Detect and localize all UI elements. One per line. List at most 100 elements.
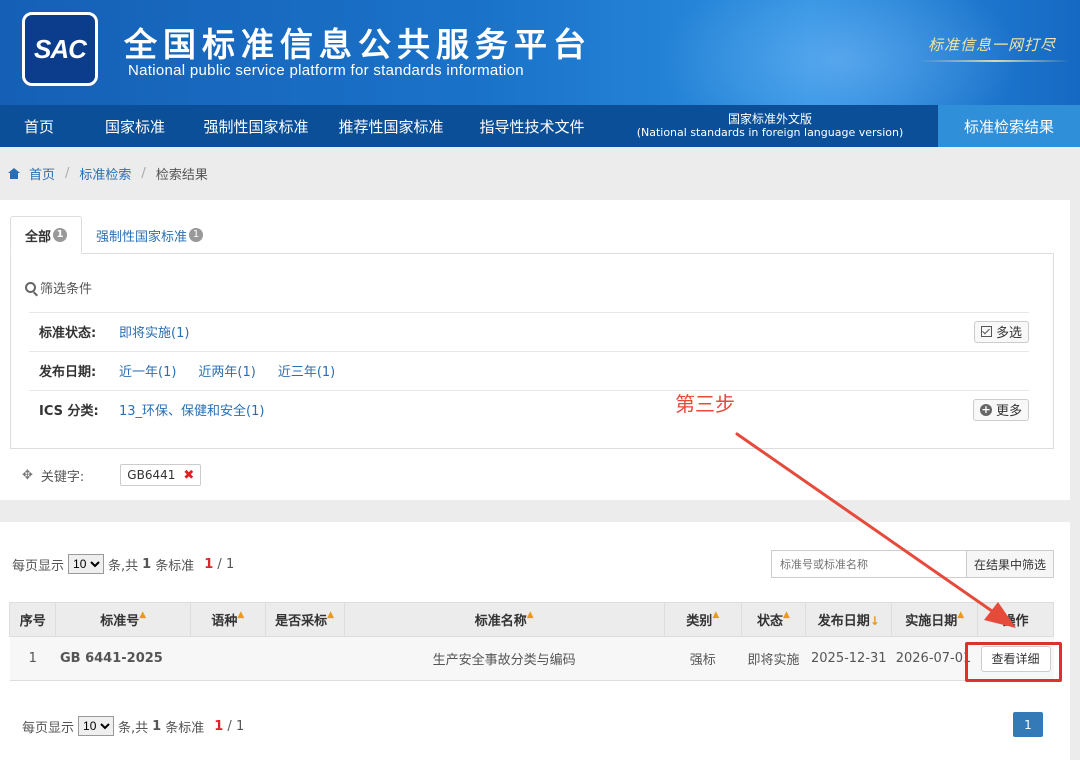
breadcrumb-search[interactable]: 标准检索	[79, 164, 131, 183]
multi-select-button[interactable]: 多选	[973, 320, 1029, 343]
table-header-row: 序号 标准号▲ 语种▲ 是否采标▲ 标准名称▲ 类别▲ 状态▲ 发布日期↓ 实施…	[8, 602, 1054, 637]
total-count: 1	[142, 556, 152, 572]
results-panel: 每页显示 10 条,共 1 条标准 1 / 1 在结果中筛选 序号 标准号▲ 语…	[0, 522, 1070, 760]
tab-mandatory-label: 强制性国家标准	[96, 229, 188, 245]
breadcrumb-home[interactable]: 首页	[29, 164, 55, 183]
keyword-tag: GB6441 ✖	[120, 464, 202, 486]
plus-circle-icon: +	[979, 402, 992, 416]
page-separator: /	[217, 556, 222, 572]
col-publish-date[interactable]: 发布日期↓	[805, 602, 893, 637]
page-button[interactable]: 1	[1013, 712, 1043, 737]
per-page-select[interactable]: 10	[78, 716, 115, 736]
summary-suffix: 条标准	[155, 558, 195, 574]
col-category-label: 类别	[686, 614, 713, 629]
home-icon	[8, 168, 20, 179]
row-std-name: 生产安全事故分类与编码	[344, 636, 665, 681]
filter-row-status: 标准状态: 即将实施(1) 多选	[29, 312, 1029, 350]
breadcrumb-current: 检索结果	[155, 168, 208, 183]
row-status: 即将实施	[741, 636, 806, 681]
col-publish-date-label: 发布日期	[817, 614, 870, 629]
col-status-label: 状态	[757, 614, 784, 629]
nav-search-results[interactable]: 标准检索结果	[938, 105, 1080, 147]
nav-foreign-label: 国家标准外文版	[727, 112, 812, 126]
main-nav: 首页 国家标准 强制性国家标准 推荐性国家标准 指导性技术文件 国家标准外文版 …	[0, 105, 1080, 147]
table-row: 1 GB 6441-2025 生产安全事故分类与编码 强标 即将实施 2025-…	[9, 636, 1054, 681]
sort-up-icon: ▲	[957, 610, 965, 620]
filter-option[interactable]: 即将实施(1)	[119, 322, 189, 341]
sort-up-icon: ▲	[139, 610, 147, 620]
logo-text: SAC	[34, 33, 87, 64]
nav-foreign-language-standards[interactable]: 国家标准外文版 (National standards in foreign l…	[602, 105, 938, 147]
remove-keyword-icon[interactable]: ✖	[183, 468, 194, 483]
per-page-label: 每页显示	[12, 558, 65, 574]
col-adopted[interactable]: 是否采标▲	[264, 602, 345, 637]
site-title: 全国标准信息公共服务平台	[124, 25, 592, 64]
page-info: 1 / 1	[204, 557, 234, 572]
nav-home[interactable]: 首页	[0, 105, 78, 147]
row-publish-date: 2025-12-31	[805, 636, 892, 681]
nav-guidance-documents[interactable]: 指导性技术文件	[462, 105, 602, 147]
col-language-label: 语种	[211, 614, 238, 629]
keyword-value: GB6441	[127, 468, 176, 482]
search-within-results-input[interactable]	[771, 550, 967, 578]
slogan-underline	[920, 60, 1070, 62]
results-table: 序号 标准号▲ 语种▲ 是否采标▲ 标准名称▲ 类别▲ 状态▲ 发布日期↓ 实施…	[8, 602, 1054, 681]
more-label: 更多	[995, 404, 1022, 419]
sort-up-icon: ▲	[783, 610, 790, 620]
row-language	[190, 636, 266, 681]
tab-all[interactable]: 全部 1	[10, 216, 83, 254]
per-page-select[interactable]: 10	[68, 554, 105, 574]
filter-conditions-box: 筛选条件 标准状态: 即将实施(1) 多选 发布日期: 近一年(1) 近两年(1…	[10, 253, 1054, 449]
col-impl-date-label: 实施日期	[905, 614, 958, 629]
col-adopted-label: 是否采标	[275, 614, 328, 629]
summary-prefix: 条,共	[108, 558, 139, 574]
row-index: 1	[9, 636, 56, 681]
sort-up-icon: ▲	[327, 610, 335, 620]
breadcrumb-separator: /	[141, 166, 146, 181]
more-button[interactable]: + 更多	[972, 398, 1029, 421]
filter-option[interactable]: 13_环保、保健和安全(1)	[119, 400, 264, 419]
filter-in-results-button[interactable]: 在结果中筛选	[966, 550, 1054, 578]
sort-down-arrow-icon: ↓	[869, 614, 880, 628]
sort-up-icon: ▲	[526, 610, 534, 620]
tab-all-label: 全部	[25, 229, 52, 245]
tab-all-count: 1	[53, 228, 68, 242]
move-arrows-icon: ✥	[22, 467, 33, 483]
page-info: 1 / 1	[214, 719, 244, 734]
col-std-no-label: 标准号	[100, 614, 140, 629]
highlight-box	[965, 642, 1062, 682]
col-std-name[interactable]: 标准名称▲	[343, 602, 665, 637]
std-number-link[interactable]: GB 6441-2025	[55, 636, 191, 681]
sac-logo[interactable]: SAC	[22, 12, 98, 86]
keyword-row: ✥ 关键字: GB6441 ✖	[22, 464, 202, 486]
filter-row-ics: ICS 分类: 13_环保、保健和安全(1) + 更多	[29, 390, 1029, 428]
nav-national-standards[interactable]: 国家标准	[78, 105, 192, 147]
col-action: 操作	[977, 602, 1054, 637]
filter-panel: 全部 1 强制性国家标准 1 筛选条件 标准状态: 即将实施(1) 多选 发布日期:…	[0, 200, 1070, 500]
col-category[interactable]: 类别▲	[663, 602, 742, 637]
col-std-name-label: 标准名称	[474, 614, 527, 629]
filter-option[interactable]: 近三年(1)	[278, 361, 335, 380]
col-status[interactable]: 状态▲	[740, 602, 807, 637]
tab-mandatory[interactable]: 强制性国家标准 1	[82, 216, 217, 254]
col-impl-date[interactable]: 实施日期▲	[891, 602, 979, 637]
col-std-no[interactable]: 标准号▲	[55, 602, 191, 637]
current-page: 1	[204, 556, 214, 572]
step-annotation: 第三步	[675, 392, 735, 416]
filter-option[interactable]: 近一年(1)	[119, 361, 176, 380]
filter-ics-label: ICS 分类:	[39, 404, 99, 419]
col-language[interactable]: 语种▲	[189, 602, 266, 637]
nav-mandatory-standards[interactable]: 强制性国家标准	[192, 105, 320, 147]
filter-option[interactable]: 近两年(1)	[198, 361, 255, 380]
breadcrumb-separator: /	[65, 166, 70, 181]
row-category: 强标	[664, 636, 742, 681]
slogan: 标准信息一网打尽	[928, 36, 1057, 54]
current-page: 1	[214, 718, 224, 734]
nav-recommended-standards[interactable]: 推荐性国家标准	[320, 105, 462, 147]
per-page-label: 每页显示	[22, 720, 75, 736]
checkbox-icon	[980, 326, 992, 337]
page-total: 1	[225, 556, 235, 572]
zoom-search-icon	[25, 282, 36, 293]
result-tabs: 全部 1 强制性国家标准 1	[10, 216, 217, 254]
filter-date-label: 发布日期:	[39, 365, 97, 380]
